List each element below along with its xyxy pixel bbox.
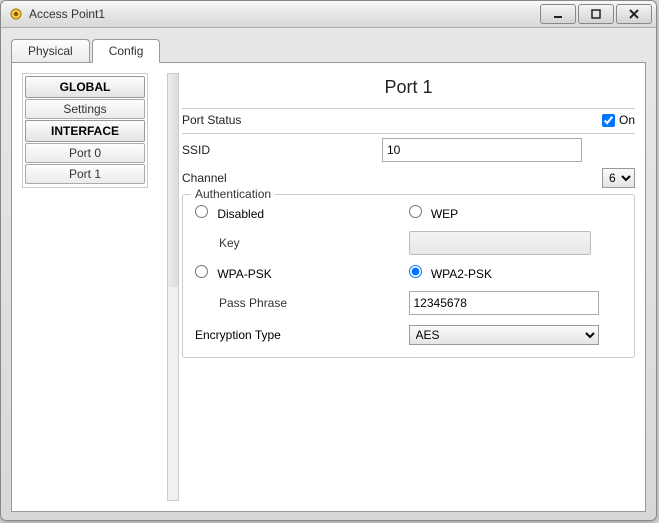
auth-disabled-option[interactable]: Disabled [195,205,409,221]
radio-wpa2-psk[interactable] [409,265,422,278]
ssid-input[interactable] [382,138,582,162]
wep-key-input [409,231,591,255]
maximize-button[interactable] [578,4,614,24]
tab-config[interactable]: Config [92,39,161,63]
radio-wpa-psk[interactable] [195,265,208,278]
titlebar: Access Point1 [1,1,656,28]
passphrase-label: Pass Phrase [195,296,409,310]
sidebar: GLOBAL Settings INTERFACE Port 0 Port 1 [22,73,148,188]
app-window: Access Point1 Physical Config GLOBAL Set… [0,0,657,521]
auth-wep-option[interactable]: WEP [409,205,623,221]
sidebar-item-port0[interactable]: Port 0 [25,143,145,163]
authentication-legend: Authentication [191,187,275,201]
authentication-group: Authentication Disabled WEP Key [182,194,635,358]
window-controls [538,4,652,24]
passphrase-input[interactable] [409,291,599,315]
port-status-on-label: On [619,113,635,127]
sidebar-header-global: GLOBAL [25,76,145,98]
panel-title: Port 1 [182,77,635,98]
tab-body: GLOBAL Settings INTERFACE Port 0 Port 1 … [11,63,646,512]
ssid-label: SSID [182,143,382,157]
sidebar-scrollbar[interactable] [167,73,179,501]
encryption-label: Encryption Type [195,328,409,342]
port-status-checkbox[interactable] [602,114,615,127]
port-status-label: Port Status [182,113,602,127]
app-icon [9,7,23,21]
wep-key-label: Key [195,236,409,250]
minimize-button[interactable] [540,4,576,24]
radio-disabled[interactable] [195,205,208,218]
encryption-select[interactable]: AES [409,325,599,345]
auth-wpa2psk-option[interactable]: WPA2-PSK [409,265,623,281]
sidebar-item-port1[interactable]: Port 1 [25,164,145,184]
sidebar-header-interface: INTERFACE [25,120,145,142]
channel-select[interactable]: 6 [602,168,635,188]
tab-physical[interactable]: Physical [11,39,90,62]
main-panel: Port 1 Port Status On SSID Channel [166,73,635,501]
radio-wep[interactable] [409,205,422,218]
auth-wpapsk-option[interactable]: WPA-PSK [195,265,409,281]
content-area: Physical Config GLOBAL Settings INTERFAC… [1,28,656,521]
window-title: Access Point1 [29,7,538,21]
tab-row: Physical Config [11,36,646,63]
channel-label: Channel [182,171,602,185]
sidebar-item-settings[interactable]: Settings [25,99,145,119]
close-button[interactable] [616,4,652,24]
